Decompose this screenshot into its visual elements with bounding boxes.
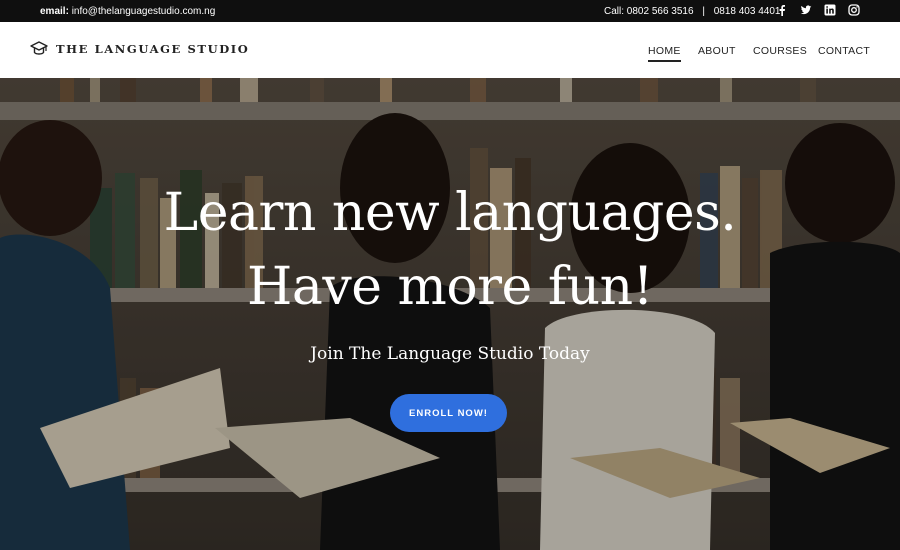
- contact-email: email: info@thelanguagestudio.com.ng: [40, 6, 215, 17]
- hero-section: Learn new languages. Have more fun! Join…: [0, 78, 900, 550]
- phone-2[interactable]: 0818 403 4401: [714, 6, 781, 17]
- instagram-icon[interactable]: [848, 4, 860, 16]
- hero-title-line-1: Learn new languages.: [163, 183, 737, 243]
- contact-phones: Call: 0802 566 3516 | 0818 403 4401: [604, 6, 780, 17]
- hero-title-line-2: Have more fun!: [247, 257, 653, 317]
- phone-1[interactable]: 0802 566 3516: [627, 6, 694, 17]
- nav-contact[interactable]: CONTACT: [818, 45, 870, 57]
- phone-separator: |: [702, 6, 705, 17]
- brand-logo[interactable]: THE LANGUAGE STUDIO: [30, 41, 249, 57]
- email-label: email:: [40, 6, 69, 17]
- graduation-cap-icon: [30, 41, 48, 55]
- top-bar: email: info@thelanguagestudio.com.ng Cal…: [0, 0, 900, 22]
- social-links: [776, 4, 860, 16]
- email-link[interactable]: info@thelanguagestudio.com.ng: [72, 6, 216, 17]
- nav-about[interactable]: ABOUT: [698, 45, 736, 57]
- twitter-icon[interactable]: [800, 4, 812, 16]
- nav-courses[interactable]: COURSES: [753, 45, 807, 57]
- enroll-now-button[interactable]: ENROLL NOW!: [390, 394, 507, 432]
- facebook-icon[interactable]: [776, 4, 788, 16]
- hero-subtitle: Join The Language Studio Today: [310, 344, 590, 364]
- linkedin-icon[interactable]: [824, 4, 836, 16]
- site-header: THE LANGUAGE STUDIO HOME ABOUT COURSES C…: [0, 22, 900, 78]
- nav-home[interactable]: HOME: [648, 45, 681, 62]
- brand-name: THE LANGUAGE STUDIO: [56, 42, 250, 56]
- call-label: Call:: [604, 6, 625, 17]
